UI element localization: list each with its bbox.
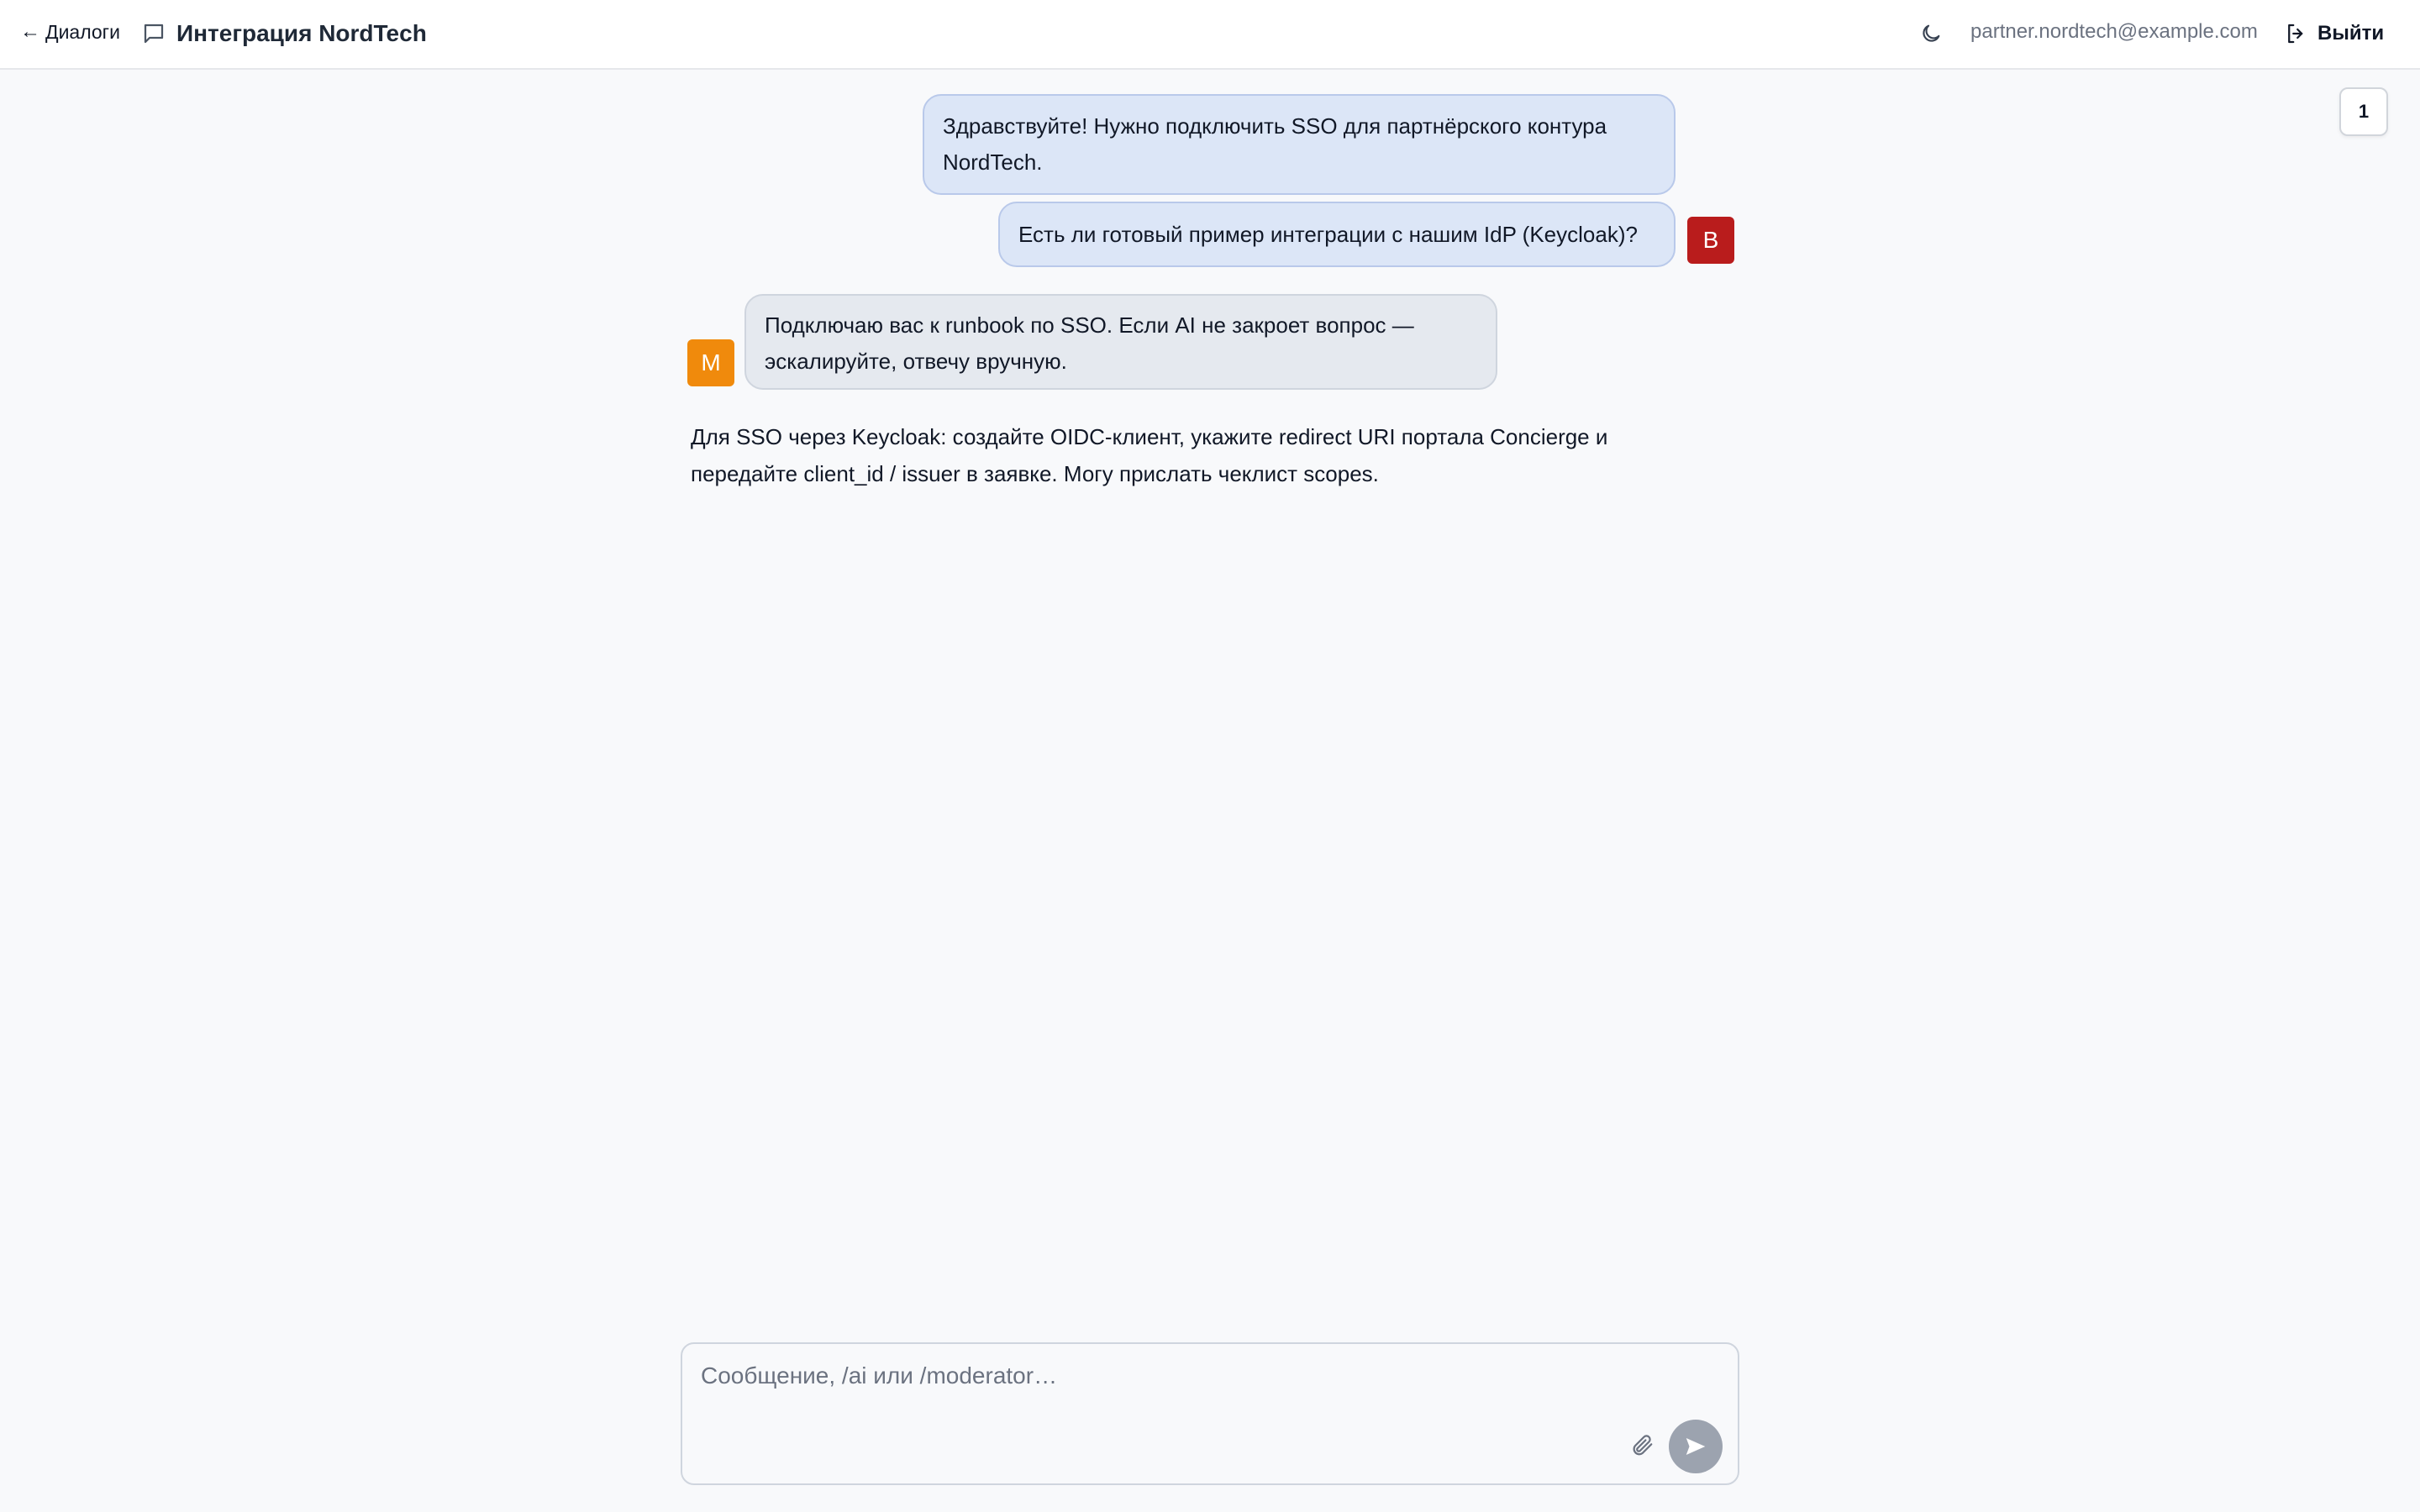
logout-icon (2288, 24, 2303, 44)
logout-button[interactable]: Выйти (2284, 17, 2384, 50)
outgoing-message: Есть ли готовый пример интеграции с наши… (998, 202, 1676, 267)
avatar: B (1687, 217, 1734, 264)
counter-badge[interactable]: 1 (2339, 87, 2388, 136)
chat-title-text: Интеграция NordTech (176, 20, 427, 46)
chat-title: Интеграция NordTech (141, 15, 427, 52)
back-to-dialogs-link[interactable]: ← Диалоги (20, 17, 120, 47)
arrow-left-icon: ← (20, 20, 40, 43)
theme-toggle-button[interactable] (1916, 18, 1946, 49)
chat-bubble-icon (144, 24, 164, 44)
logout-label: Выйти (2317, 22, 2385, 45)
moon-icon (1923, 24, 1940, 42)
ai-response-message: Для SSO через Keycloak: создайте OIDC-кл… (691, 424, 1608, 486)
outgoing-message: Здравствуйте! Нужно подключить SSO для п… (923, 94, 1676, 195)
top-bar: ← Диалоги Интеграция NordTech partner.no… (0, 0, 2420, 70)
user-email: partner.nordtech@example.com (1970, 20, 2258, 43)
paperclip-icon (1633, 1435, 1653, 1456)
avatar: M (687, 339, 734, 386)
back-label: Диалоги (45, 20, 120, 43)
send-button[interactable] (1669, 1420, 1723, 1473)
message-input[interactable] (699, 1361, 1607, 1428)
attach-button[interactable] (1623, 1426, 1660, 1463)
send-icon (1686, 1438, 1706, 1455)
incoming-message: Подключаю вас к runbook по SSO. Если AI … (744, 294, 1497, 390)
message-composer (681, 1342, 1739, 1485)
